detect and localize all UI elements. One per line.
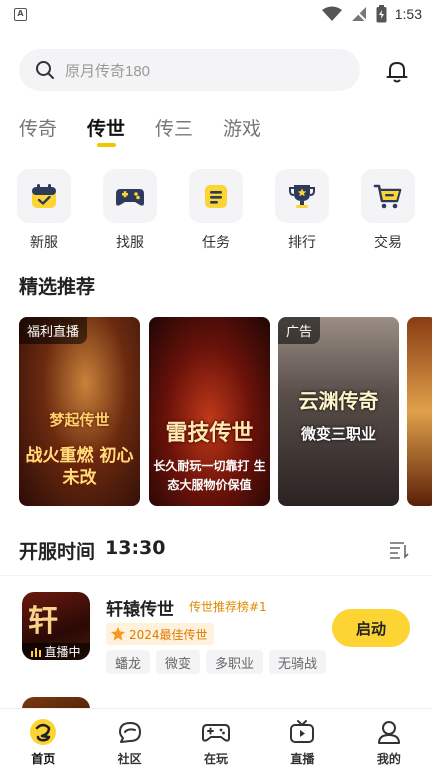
banner-subtitle: 微变三职业 (300, 425, 376, 443)
search-input[interactable]: 原月传奇180 (19, 49, 360, 91)
banner-card[interactable]: 福利直播 梦起传世 战火重燃 初心未改 (19, 317, 140, 506)
featured-section-title: 精选推荐 (19, 276, 96, 298)
status-icons: 1:53 (321, 5, 422, 23)
tv-icon (290, 720, 315, 743)
category-tabs: 传奇 传世 传三 游戏 (19, 114, 291, 147)
nav-live[interactable]: 直播 (259, 709, 345, 769)
tab-chuanshi[interactable]: 传世 (87, 114, 125, 147)
nav-community[interactable]: 社区 (86, 709, 172, 769)
award-badge: 2024最佳传世 (106, 623, 214, 645)
no-signal-icon (351, 7, 367, 22)
tab-games[interactable]: 游戏 (223, 114, 261, 146)
banner-card-partial[interactable] (407, 317, 432, 506)
banner-title: 雷技传世 (165, 420, 254, 446)
banner-title: 梦起传世 (49, 411, 110, 429)
open-server-header: 开服时间 13:30 (19, 537, 166, 564)
game-icon-art: 轩 (28, 604, 58, 639)
tab-chuanqi[interactable]: 传奇 (19, 114, 57, 146)
live-bars-icon (31, 647, 42, 657)
home-icon (30, 719, 57, 745)
entry-ranking[interactable]: 排行 (274, 169, 330, 252)
notification-bell-icon[interactable] (384, 58, 410, 84)
banner-card[interactable]: 雷技传世 长久耐玩一切靠打 生态大服物价保值 (149, 317, 270, 506)
banner-tag: 广告 (278, 317, 321, 344)
nav-profile[interactable]: 我的 (346, 709, 432, 769)
entry-tasks[interactable]: 任务 (188, 169, 244, 252)
live-badge: 直播中 (22, 643, 90, 660)
gamepad-icon (116, 189, 144, 206)
search-placeholder: 原月传奇180 (65, 62, 151, 80)
open-server-label: 开服时间 (19, 541, 96, 563)
trophy-icon (289, 185, 315, 208)
featured-banner-carousel[interactable]: 福利直播 梦起传世 战火重燃 初心未改 雷技传世 长久耐玩一切靠打 生态大服物价… (19, 317, 432, 506)
banner-subtitle: 战火重燃 初心未改 (25, 446, 134, 488)
active-tab-indicator (97, 143, 117, 147)
calendar-check-icon (32, 184, 56, 208)
wifi-icon (321, 6, 342, 21)
tab-chuansan[interactable]: 传三 (155, 114, 193, 146)
game-icon[interactable]: 轩 直播中 (22, 592, 90, 660)
game-tag: 微变 (156, 650, 201, 674)
entry-new-server[interactable]: 新服 (16, 169, 72, 252)
cart-icon (373, 184, 402, 209)
entry-find-server[interactable]: 找服 (102, 169, 158, 252)
profile-icon (377, 721, 400, 744)
quick-entries: 新服 找服 任务 排行 交易 (16, 169, 416, 252)
banner-tag: 福利直播 (19, 317, 88, 344)
divider (0, 575, 432, 576)
banner-card[interactable]: 广告 云渊传奇 微变三职业 (278, 317, 399, 506)
game-list-item[interactable]: 轩 直播中 轩辕传世 传世推荐榜#1 2024最佳传世 蟠龙 微变 多职业 无骑… (22, 592, 422, 676)
battery-icon (376, 5, 387, 23)
game-rank: 传世推荐榜#1 (189, 600, 267, 614)
game-tag: 多职业 (206, 650, 264, 674)
community-icon (118, 722, 141, 743)
search-icon (36, 61, 54, 79)
nav-playing[interactable]: 在玩 (173, 709, 259, 769)
notification-icon: A (14, 8, 27, 21)
entry-trade[interactable]: 交易 (360, 169, 416, 252)
launch-button[interactable]: 启动 (332, 609, 410, 647)
controller-icon (202, 724, 231, 742)
open-server-time: 13:30 (105, 537, 166, 559)
status-bar: A 1:53 (0, 0, 432, 30)
game-tags: 蟠龙 微变 多职业 无骑战 (106, 650, 327, 674)
bottom-navigation: 首页 社区 在玩 直播 我的 (0, 708, 432, 769)
sort-list-icon[interactable] (389, 541, 409, 559)
game-tag: 蟠龙 (106, 650, 151, 674)
banner-subtitle: 长久耐玩一切靠打 生态大服物价保值 (153, 459, 266, 492)
game-tag: 无骑战 (269, 650, 327, 674)
clock: 1:53 (394, 6, 422, 22)
award-medal-icon (111, 627, 125, 641)
task-list-icon (205, 185, 227, 208)
nav-home[interactable]: 首页 (0, 709, 86, 769)
banner-title: 云渊传奇 (298, 389, 379, 413)
game-name: 轩辕传世 (106, 600, 174, 620)
